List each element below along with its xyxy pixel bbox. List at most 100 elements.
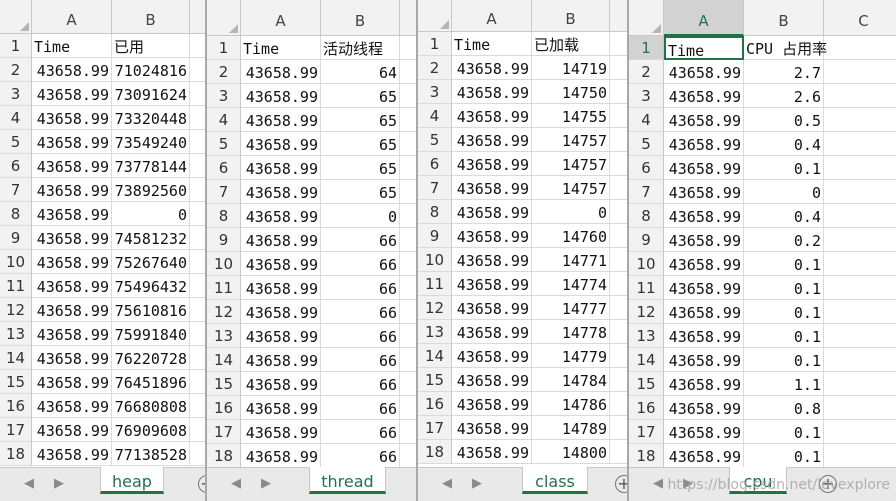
cell-a16[interactable]: 43658.99: [32, 394, 112, 418]
row-header-10[interactable]: 10: [629, 252, 664, 276]
cell-next-4[interactable]: [610, 104, 627, 128]
cell-b15[interactable]: 66: [321, 372, 400, 396]
row-header-11[interactable]: 11: [0, 274, 32, 298]
cell-next-15[interactable]: [400, 372, 416, 396]
tab-scroll-left-icon[interactable]: ◀: [24, 476, 34, 491]
row-header-9[interactable]: 9: [629, 228, 664, 252]
cell-next-18[interactable]: [610, 440, 627, 464]
row-header-5[interactable]: 5: [0, 130, 32, 154]
cell-b14[interactable]: 0.1: [744, 348, 824, 372]
column-header-a[interactable]: A: [664, 0, 744, 36]
cell-next-7[interactable]: [400, 180, 416, 204]
row-header-10[interactable]: 10: [418, 248, 452, 272]
row-header-7[interactable]: 7: [0, 178, 32, 202]
cell-b14[interactable]: 66: [321, 348, 400, 372]
cell-next-14[interactable]: [400, 348, 416, 372]
row-header-15[interactable]: 15: [629, 372, 664, 396]
cell-b5[interactable]: 65: [321, 132, 400, 156]
row-header-13[interactable]: 13: [418, 320, 452, 344]
cell-b6[interactable]: 73778144: [112, 154, 190, 178]
cell-next-13[interactable]: [190, 322, 205, 346]
cell-b3[interactable]: 14750: [532, 80, 610, 104]
row-header-18[interactable]: 18: [629, 444, 664, 468]
row-header-16[interactable]: 16: [418, 392, 452, 416]
cell-a7[interactable]: 43658.99: [32, 178, 112, 202]
cell-b3[interactable]: 2.6: [744, 84, 824, 108]
cell-next-5[interactable]: [610, 128, 627, 152]
cell-next-18[interactable]: [400, 444, 416, 468]
cell-next-14[interactable]: [610, 344, 627, 368]
cell-b13[interactable]: 66: [321, 324, 400, 348]
sheet-tab-heap[interactable]: heap: [100, 467, 164, 494]
cell-next-3[interactable]: [190, 82, 205, 106]
tab-scroll-right-icon[interactable]: ▶: [54, 476, 64, 491]
cell-a9[interactable]: 43658.99: [32, 226, 112, 250]
cell-a6[interactable]: 43658.99: [664, 156, 744, 180]
row-header-2[interactable]: 2: [207, 60, 241, 84]
cell-b17[interactable]: 14789: [532, 416, 610, 440]
cell-c13[interactable]: [824, 324, 896, 348]
row-header-1[interactable]: 1: [629, 36, 664, 60]
row-header-5[interactable]: 5: [629, 132, 664, 156]
cell-a12[interactable]: 43658.99: [241, 300, 321, 324]
row-header-11[interactable]: 11: [629, 276, 664, 300]
cell-next-12[interactable]: [610, 296, 627, 320]
cell-a3[interactable]: 43658.99: [664, 84, 744, 108]
tab-scroll-right-icon[interactable]: ▶: [261, 476, 271, 491]
row-header-8[interactable]: 8: [418, 200, 452, 224]
cell-next-7[interactable]: [610, 176, 627, 200]
cell-next-9[interactable]: [400, 228, 416, 252]
cell-b11[interactable]: 66: [321, 276, 400, 300]
cell-b5[interactable]: 73549240: [112, 130, 190, 154]
cell-b7[interactable]: 14757: [532, 176, 610, 200]
cell-a11[interactable]: 43658.99: [241, 276, 321, 300]
cell-a11[interactable]: 43658.99: [664, 276, 744, 300]
cell-b12[interactable]: 0.1: [744, 300, 824, 324]
row-header-17[interactable]: 17: [0, 418, 32, 442]
row-header-7[interactable]: 7: [418, 176, 452, 200]
cell-b6[interactable]: 14757: [532, 152, 610, 176]
cell-a13[interactable]: 43658.99: [664, 324, 744, 348]
add-sheet-icon[interactable]: +: [198, 475, 205, 493]
cell-next-6[interactable]: [610, 152, 627, 176]
cell-b16[interactable]: 66: [321, 396, 400, 420]
row-header-3[interactable]: 3: [207, 84, 241, 108]
cell-a10[interactable]: 43658.99: [664, 252, 744, 276]
cell-next-14[interactable]: [190, 346, 205, 370]
cell-next-15[interactable]: [610, 368, 627, 392]
row-header-18[interactable]: 18: [418, 440, 452, 464]
row-header-4[interactable]: 4: [418, 104, 452, 128]
cell-b1[interactable]: 已用: [112, 34, 190, 58]
row-header-1[interactable]: 1: [418, 32, 452, 56]
cell-b14[interactable]: 14779: [532, 344, 610, 368]
row-header-10[interactable]: 10: [0, 250, 32, 274]
cell-b9[interactable]: 14760: [532, 224, 610, 248]
row-header-12[interactable]: 12: [207, 300, 241, 324]
cell-c15[interactable]: [824, 372, 896, 396]
row-header-18[interactable]: 18: [207, 444, 241, 468]
select-all-corner[interactable]: [0, 0, 32, 34]
row-header-7[interactable]: 7: [207, 180, 241, 204]
cell-next-10[interactable]: [190, 250, 205, 274]
cell-a17[interactable]: 43658.99: [664, 420, 744, 444]
cell-a13[interactable]: 43658.99: [32, 322, 112, 346]
column-header-a[interactable]: A: [32, 0, 112, 34]
cell-b12[interactable]: 75610816: [112, 298, 190, 322]
cell-b15[interactable]: 76451896: [112, 370, 190, 394]
tab-scroll-left-icon[interactable]: ◀: [442, 476, 452, 491]
column-header-next[interactable]: [190, 0, 205, 34]
cell-b11[interactable]: 14774: [532, 272, 610, 296]
column-header-c[interactable]: C: [824, 0, 896, 36]
cell-b10[interactable]: 14771: [532, 248, 610, 272]
cell-c7[interactable]: [824, 180, 896, 204]
cell-next-16[interactable]: [400, 396, 416, 420]
cell-a12[interactable]: 43658.99: [32, 298, 112, 322]
cell-a16[interactable]: 43658.99: [664, 396, 744, 420]
cell-c3[interactable]: [824, 84, 896, 108]
cell-b1[interactable]: 活动线程: [321, 36, 400, 60]
cell-a16[interactable]: 43658.99: [241, 396, 321, 420]
cell-next-4[interactable]: [400, 108, 416, 132]
row-header-15[interactable]: 15: [418, 368, 452, 392]
tab-scroll-left-icon[interactable]: ◀: [231, 476, 241, 491]
cell-a7[interactable]: 43658.99: [241, 180, 321, 204]
